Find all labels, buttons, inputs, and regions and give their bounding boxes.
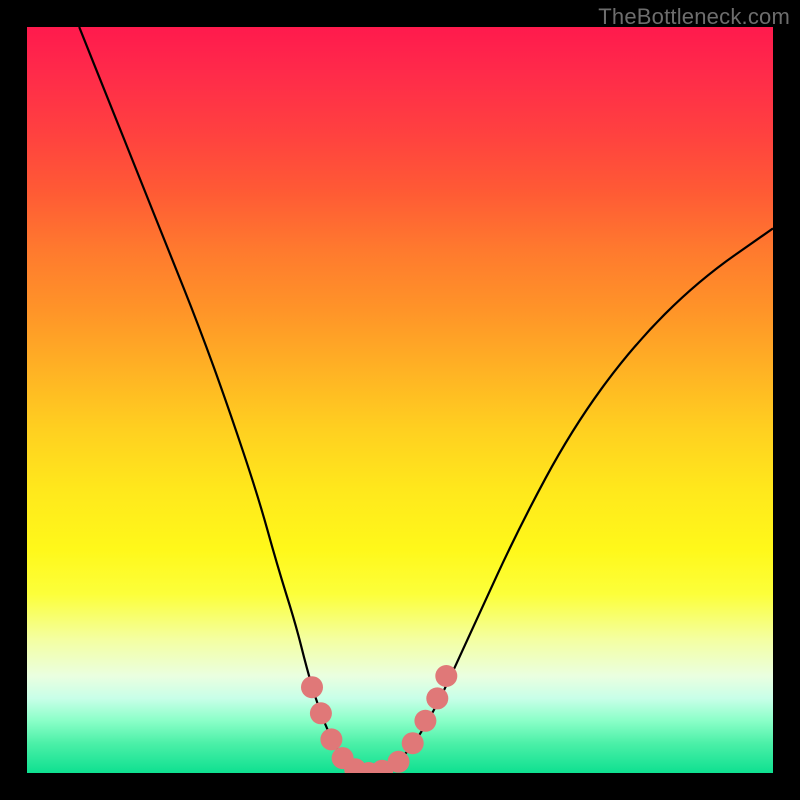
- highlight-dot: [426, 687, 448, 709]
- highlight-dots: [301, 665, 457, 773]
- highlight-dot: [310, 702, 332, 724]
- curve-layer: [27, 27, 773, 773]
- highlight-dot: [414, 710, 436, 732]
- chart-frame: TheBottleneck.com: [0, 0, 800, 800]
- highlight-dot: [402, 732, 424, 754]
- highlight-dot: [301, 676, 323, 698]
- highlight-dot: [435, 665, 457, 687]
- watermark-text: TheBottleneck.com: [598, 4, 790, 30]
- highlight-dot: [320, 728, 342, 750]
- highlight-dot: [388, 751, 410, 773]
- plot-area: [27, 27, 773, 773]
- bottleneck-curve: [79, 27, 773, 773]
